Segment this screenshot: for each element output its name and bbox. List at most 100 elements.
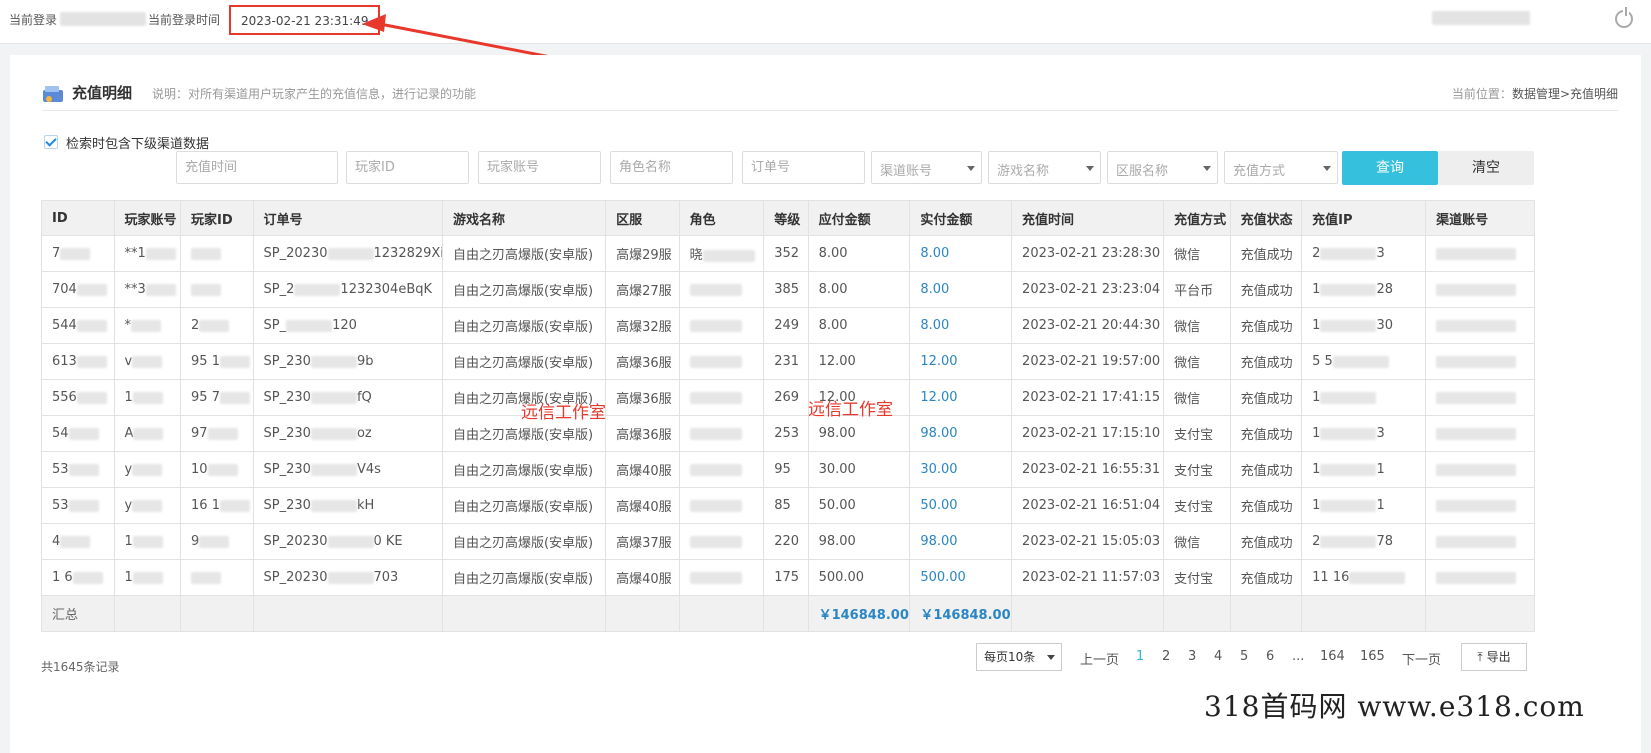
method-cell: 支付宝 <box>1163 487 1231 524</box>
player-id-field[interactable] <box>346 151 469 184</box>
id-cell: 53 <box>41 487 115 524</box>
order-no-field[interactable] <box>742 151 865 184</box>
masked-value <box>1320 283 1377 296</box>
page-link-3[interactable]: 3 <box>1188 649 1196 664</box>
prev-page-link[interactable]: 上一页 <box>1080 649 1119 668</box>
masked-value <box>310 355 357 368</box>
player-id-cell: 10 <box>180 451 254 488</box>
query-button[interactable]: 查询 <box>1342 151 1438 185</box>
page-link-2[interactable]: 2 <box>1162 649 1170 664</box>
page-link-1[interactable]: 1 <box>1136 649 1144 664</box>
ip-prefix: 2 <box>1312 534 1321 549</box>
masked-value <box>132 355 163 368</box>
cell-text: A <box>124 426 134 441</box>
top-bar: 当前登录 当前登录时间 2023-02-21 23:31:49 <box>0 0 1651 62</box>
cell-text: 95 1 <box>191 354 220 369</box>
order-no-input[interactable] <box>743 152 864 183</box>
server-cell: 高爆27服 <box>605 271 680 308</box>
breadcrumb-path[interactable]: 数据管理>充值明细 <box>1512 87 1618 101</box>
pay-method-select[interactable]: 充值方式 <box>1224 151 1338 184</box>
page-link-6[interactable]: 6 <box>1266 649 1274 664</box>
role-cell <box>678 343 765 380</box>
due-cell: 50.00 <box>807 487 911 524</box>
table-header-row: ID 玩家账号 玩家ID 订单号 游戏名称 区服 角色 等级 应付金额 实付金额… <box>41 200 1535 236</box>
account-cell: 1 <box>113 559 182 596</box>
table-row: 704 **3 SP_2 1232304eBqK 自由之刃高爆版(安卓版) 高爆27服 38… <box>41 271 1535 308</box>
game-cell: 自由之刃高爆版(安卓版) <box>441 235 607 272</box>
player-id-input[interactable] <box>347 152 468 183</box>
current-login-label: 当前登录 <box>9 13 58 27</box>
masked-value <box>1320 535 1377 548</box>
export-button[interactable]: ⤒ 导出 <box>1461 643 1527 671</box>
cell-text: 53 <box>52 498 69 513</box>
chevron-down-icon <box>1086 166 1094 171</box>
masked-value <box>689 283 742 296</box>
method-cell: 支付宝 <box>1163 451 1231 488</box>
player-id-cell: 16 1 <box>180 487 254 524</box>
server-name-select[interactable]: 区服名称 <box>1107 151 1218 184</box>
method-cell: 支付宝 <box>1163 559 1231 596</box>
masked-value <box>132 391 163 404</box>
next-page-link[interactable]: 下一页 <box>1402 649 1441 668</box>
cell-text: v <box>124 354 133 369</box>
level-cell: 231 <box>763 343 809 380</box>
masked-value <box>68 499 99 512</box>
recharge-time-field[interactable] <box>176 151 338 184</box>
clear-button[interactable]: 清空 <box>1438 151 1534 185</box>
role-name-field[interactable] <box>610 151 733 184</box>
player-account-input[interactable] <box>479 152 600 183</box>
col-header: 角色 <box>678 200 765 236</box>
paid-cell: 12.00 <box>909 379 1013 416</box>
cell-text: 7 <box>52 246 61 261</box>
account-cell: 1 <box>113 379 182 416</box>
masked-value <box>689 355 742 368</box>
chevron-down-icon <box>1203 166 1211 171</box>
account-cell: * <box>113 307 182 344</box>
cell-text: 1 <box>124 570 133 585</box>
order-suffix: kH <box>356 498 375 513</box>
cell-text: 4 <box>52 534 61 549</box>
masked-value <box>1436 463 1517 476</box>
breadcrumb-prefix: 当前位置： <box>1451 87 1512 101</box>
summary-due: ￥146848.00 <box>807 595 911 632</box>
recharge-time-input[interactable] <box>177 152 337 183</box>
ip-suffix: 3 <box>1376 246 1385 261</box>
masked-value <box>1320 319 1377 332</box>
main-panel: 充值明细 说明：对所有渠道用户玩家产生的充值信息，进行记录的功能 当前位置：数据… <box>10 55 1641 753</box>
user-menu-masked[interactable] <box>1432 11 1530 25</box>
page-link-164[interactable]: 164 <box>1320 649 1345 664</box>
player-id-cell: 95 1 <box>180 343 254 380</box>
masked-value <box>68 463 99 476</box>
masked-value <box>1332 355 1389 368</box>
method-cell: 支付宝 <box>1163 415 1231 452</box>
masked-value <box>1436 319 1517 332</box>
cell-text: y <box>124 498 133 513</box>
role-name-input[interactable] <box>611 152 732 183</box>
status-cell: 充值成功 <box>1229 343 1303 380</box>
server-cell: 高爆40服 <box>605 451 680 488</box>
page-link-4[interactable]: 4 <box>1214 649 1222 664</box>
id-cell: 1 6 <box>41 559 115 596</box>
channel-account-select[interactable]: 渠道账号 <box>871 151 982 184</box>
player-id-cell: 95 7 <box>180 379 254 416</box>
page-link-165[interactable]: 165 <box>1360 649 1385 664</box>
masked-value <box>76 283 107 296</box>
chevron-down-icon <box>967 166 975 171</box>
paid-cell: 98.00 <box>909 523 1013 560</box>
page-link-5[interactable]: 5 <box>1240 649 1248 664</box>
masked-value <box>68 427 99 440</box>
status-cell: 充值成功 <box>1229 379 1303 416</box>
page-size-select[interactable]: 每页10条 <box>976 643 1062 671</box>
game-name-select[interactable]: 游戏名称 <box>988 151 1101 184</box>
table-row: 53 y 16 1 SP_230 kH 自由之刃高爆版(安卓版) 高爆40服 85 50.00 5… <box>41 487 1535 524</box>
server-cell: 高爆36服 <box>605 415 680 452</box>
role-cell: 晓 <box>678 235 765 272</box>
masked-value <box>219 355 250 368</box>
col-header: 充值方式 <box>1163 200 1231 236</box>
paid-cell: 12.00 <box>909 343 1013 380</box>
status-cell: 充值成功 <box>1229 559 1303 596</box>
include-sub-checkbox[interactable] <box>44 135 58 149</box>
role-cell <box>678 523 765 560</box>
player-account-field[interactable] <box>478 151 601 184</box>
power-icon[interactable] <box>1615 7 1633 28</box>
